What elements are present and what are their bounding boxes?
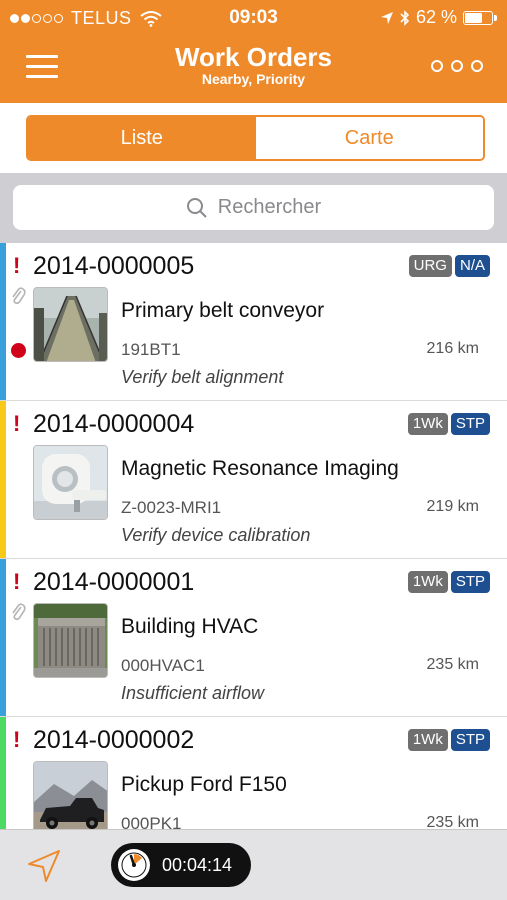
asset-code: 000HVAC1	[121, 656, 205, 675]
asset-name: Primary belt conveyor	[121, 299, 325, 322]
work-description: Verify belt alignment	[121, 367, 284, 387]
work-order-item[interactable]: ! 2014-0000001 1Wk STP Building HVAC 000…	[0, 559, 507, 717]
asset-name: Magnetic Resonance Imaging	[121, 457, 399, 480]
asset-thumbnail	[33, 445, 108, 520]
urgency-badge: 1Wk	[407, 413, 448, 435]
battery-icon	[463, 10, 493, 25]
battery-tip	[494, 14, 497, 21]
priority-exclamation-icon: !	[13, 727, 21, 752]
priority-bar	[0, 243, 6, 401]
status-badge: STP	[450, 729, 490, 751]
priority-exclamation-icon: !	[13, 569, 21, 594]
badge-group: 1Wk STP	[407, 729, 490, 751]
work-order-list: ! 2014-0000005 URG N/A Primary belt conv…	[0, 243, 507, 829]
work-description: Insufficient airflow	[121, 683, 265, 703]
asset-code: Z-0023-MRI1	[121, 498, 222, 517]
badge-group: 1Wk STP	[407, 571, 490, 593]
status-right: 62 %	[380, 7, 497, 28]
distance: 235 km	[426, 814, 479, 829]
work-description: Verify device calibration	[121, 525, 311, 545]
work-order-item[interactable]: ! 2014-0000005 URG N/A Primary belt conv…	[0, 243, 507, 401]
work-order-item[interactable]: ! 2014-0000002 1Wk STP Pickup Ford F150 …	[0, 717, 507, 829]
bluetooth-icon	[400, 9, 410, 26]
urgency-badge: 1Wk	[407, 729, 448, 751]
stopwatch-icon	[118, 849, 150, 881]
app-header: TELUS 09:03 62 % Work Orders Nearby, Pri…	[0, 0, 507, 103]
asset-code: 191BT1	[121, 340, 181, 359]
alarm-clock-icon	[11, 343, 26, 358]
view-segmented-control: Liste Carte	[26, 115, 485, 161]
work-order-number: 2014-0000001	[33, 568, 195, 596]
work-timer-button[interactable]: 00:04:14	[111, 843, 251, 887]
segment-container: Liste Carte	[0, 103, 507, 173]
asset-code: 000PK1	[121, 814, 182, 829]
paperclip-icon	[12, 287, 26, 305]
work-order-item[interactable]: ! 2014-0000004 1Wk STP Magnetic Resonanc…	[0, 401, 507, 559]
battery-fill	[465, 12, 483, 23]
badge-group: 1Wk STP	[407, 413, 490, 435]
asset-name: Building HVAC	[121, 615, 259, 638]
status-bar: TELUS 09:03 62 %	[0, 0, 507, 36]
timer-value: 00:04:14	[162, 855, 233, 875]
asset-thumbnail	[33, 761, 108, 829]
asset-name: Pickup Ford F150	[121, 773, 287, 796]
page-subtitle: Nearby, Priority	[201, 71, 306, 87]
distance: 219 km	[426, 498, 479, 515]
paperclip-icon	[12, 603, 26, 621]
work-order-number: 2014-0000005	[33, 252, 195, 280]
location-arrow-icon	[380, 11, 393, 24]
segment-carte[interactable]: Carte	[255, 117, 483, 159]
work-order-number: 2014-0000002	[33, 726, 195, 754]
navigation-arrow-icon[interactable]	[26, 848, 62, 884]
distance: 235 km	[426, 656, 479, 673]
urgency-badge: 1Wk	[407, 571, 448, 593]
status-badge: N/A	[454, 255, 490, 277]
work-order-number: 2014-0000004	[33, 410, 195, 438]
ellipsis-icon[interactable]	[431, 60, 483, 72]
priority-exclamation-icon: !	[13, 411, 21, 436]
search-placeholder: Rechercher	[217, 196, 322, 218]
status-badge: STP	[450, 413, 490, 435]
distance: 216 km	[426, 340, 479, 357]
search-icon	[186, 197, 207, 218]
asset-thumbnail	[33, 287, 108, 362]
status-badge: STP	[450, 571, 490, 593]
urgency-badge: URG	[408, 255, 452, 277]
asset-thumbnail	[33, 603, 108, 678]
priority-bar	[0, 559, 6, 717]
bottom-toolbar: 00:04:14	[0, 829, 507, 900]
priority-exclamation-icon: !	[13, 253, 21, 278]
priority-bar	[0, 717, 6, 829]
search-input[interactable]: Rechercher	[13, 185, 494, 230]
battery-percent: 62 %	[415, 7, 457, 27]
badge-group: URG N/A	[408, 255, 490, 277]
priority-bar	[0, 401, 6, 559]
search-bar: Rechercher	[0, 173, 507, 243]
segment-liste[interactable]: Liste	[28, 117, 256, 159]
